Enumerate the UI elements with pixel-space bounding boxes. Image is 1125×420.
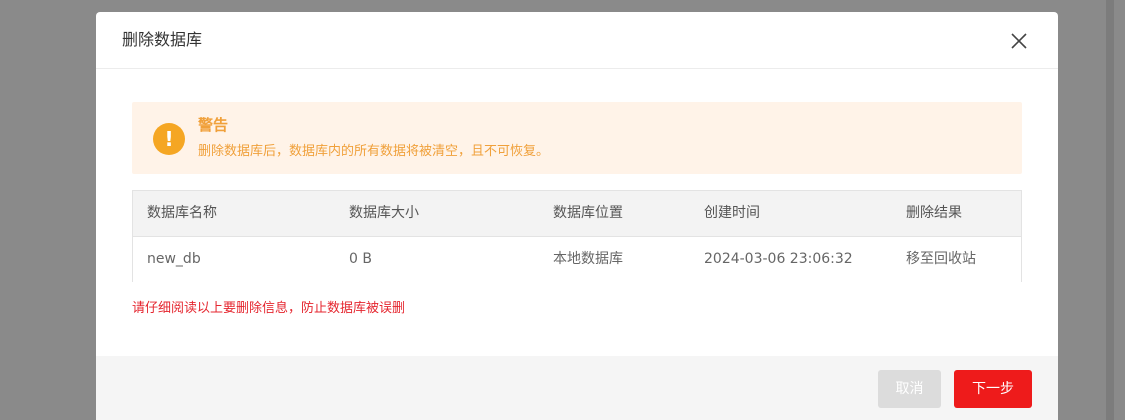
close-icon <box>1011 33 1027 49</box>
column-header-result: 删除结果 <box>906 205 962 221</box>
cell-db-size: 0 B <box>349 251 372 267</box>
cancel-button[interactable]: 取消 <box>878 370 941 408</box>
database-table: 数据库名称 数据库大小 数据库位置 创建时间 删除结果 new_db 0 B 本… <box>132 190 1022 282</box>
cell-created-time: 2024-03-06 23:06:32 <box>704 251 853 267</box>
page-scrollbar[interactable] <box>1106 0 1114 420</box>
dialog-footer: 取消 下一步 <box>96 356 1058 420</box>
column-header-size: 数据库大小 <box>349 205 419 221</box>
caution-note: 请仔细阅读以上要删除信息，防止数据库被误删 <box>132 301 406 316</box>
dialog-header: 删除数据库 <box>96 12 1058 69</box>
cell-delete-result: 移至回收站 <box>906 251 976 267</box>
warning-title: 警告 <box>198 116 229 134</box>
warning-message: 删除数据库后，数据库内的所有数据将被清空，且不可恢复。 <box>198 144 550 159</box>
exclamation-icon: ! <box>153 123 185 155</box>
warning-alert: ! 警告 删除数据库后，数据库内的所有数据将被清空，且不可恢复。 <box>132 102 1022 174</box>
dialog-title: 删除数据库 <box>122 30 203 49</box>
delete-database-dialog: 删除数据库 ! 警告 删除数据库后，数据库内的所有数据将被清空，且不可恢复。 数… <box>96 12 1058 420</box>
cell-db-location: 本地数据库 <box>553 251 623 267</box>
cell-db-name: new_db <box>147 251 201 267</box>
close-button[interactable] <box>1008 30 1030 52</box>
column-header-name: 数据库名称 <box>147 205 217 221</box>
column-header-location: 数据库位置 <box>553 205 623 221</box>
table-header-row: 数据库名称 数据库大小 数据库位置 创建时间 删除结果 <box>133 191 1021 237</box>
next-step-button[interactable]: 下一步 <box>954 370 1032 408</box>
table-row: new_db 0 B 本地数据库 2024-03-06 23:06:32 移至回… <box>133 237 1021 282</box>
column-header-created: 创建时间 <box>704 205 760 221</box>
